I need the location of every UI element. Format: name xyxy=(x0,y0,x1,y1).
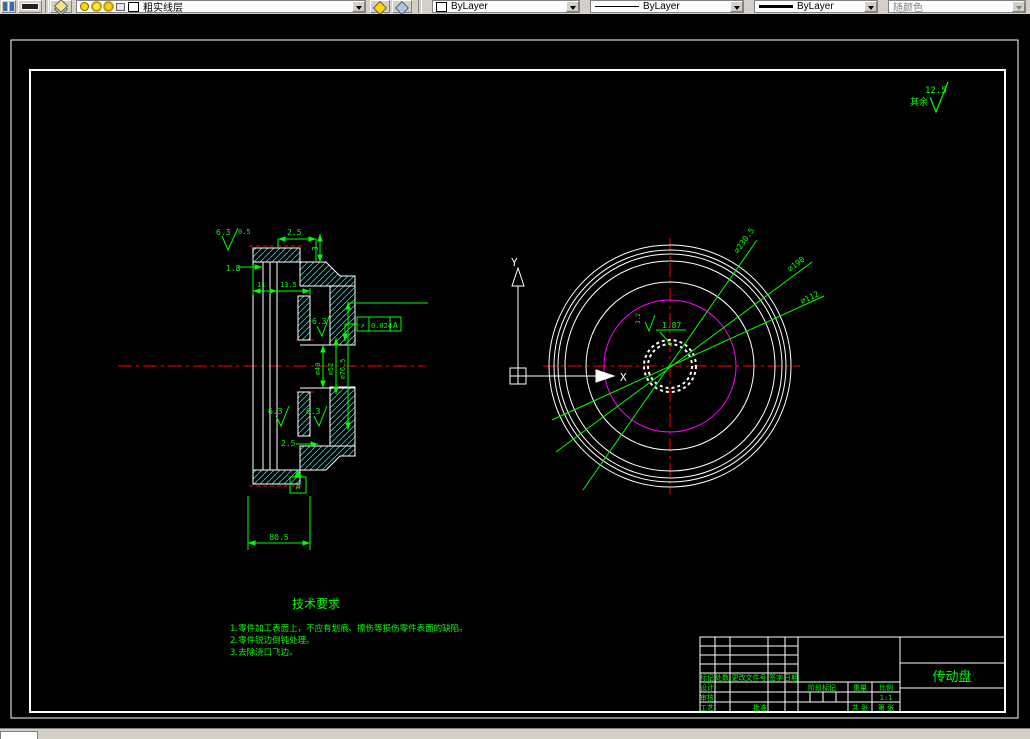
tb-process: 工艺 xyxy=(700,704,714,712)
tb-file: 更改文件号 xyxy=(732,673,767,682)
color-chip xyxy=(436,1,447,12)
tech-req-line3: 3.去除浇口飞边。 xyxy=(230,647,298,658)
ucs-y-arrow xyxy=(511,266,525,287)
ucs-y-label: Y xyxy=(511,256,518,269)
tech-req-title: 技术要求 xyxy=(292,597,340,611)
ucs-icon: Y X xyxy=(509,256,627,385)
layer-combo-arrow[interactable] xyxy=(352,1,365,12)
layer-name: 粗实线层 xyxy=(143,3,183,14)
gdt-symbol-text[interactable]: ↗ xyxy=(360,321,365,330)
sheet-border[interactable] xyxy=(10,39,1019,719)
color-combo-arrow[interactable] xyxy=(566,1,579,12)
drawing-canvas[interactable]: 其余 12.5 6.3 0.5 2.5 3 1.8 11 13.5 6.3 ↗ … xyxy=(0,14,1030,728)
command-line-edge[interactable] xyxy=(0,731,38,739)
ucs-x-label: X xyxy=(620,371,627,384)
lineweight-glyph xyxy=(759,5,793,8)
lineweight-combo-arrow[interactable] xyxy=(864,1,877,12)
tb-part-name: 传动盘 xyxy=(932,669,971,685)
toolbar-button-2[interactable] xyxy=(18,0,42,13)
tb-check: 审核 xyxy=(700,693,714,702)
dim-11[interactable]: 11 xyxy=(257,281,265,289)
datum-letter[interactable]: A xyxy=(296,482,301,491)
title-block[interactable]: 标记 处数 更改文件号 签字 日期 设计 审核 工艺 批准 阶段标记 重量 比例… xyxy=(699,636,1006,713)
dim-dia-outer[interactable]: ⌀230.5 xyxy=(732,226,756,255)
tech-req-line1: 1.零件加工表面上，不应有划痕、擦伤等损伤零件表面的缺陷。 xyxy=(230,623,468,634)
tb-mark: 标记 xyxy=(700,673,714,682)
dim-rough-bl[interactable]: 6.3 xyxy=(268,407,283,416)
spline-rough-check-icon xyxy=(644,314,656,333)
dim-2-5-bottom[interactable]: 2.5 xyxy=(281,439,296,448)
section-view[interactable]: 6.3 0.5 2.5 3 1.8 11 13.5 6.3 ↗ 0.024 A … xyxy=(118,227,428,550)
status-strip xyxy=(0,728,1030,739)
roughness-prefix-text: 其余 xyxy=(910,96,928,108)
dim-13-5[interactable]: 13.5 xyxy=(280,281,297,289)
dim-dia-52[interactable]: ⌀52 xyxy=(327,363,335,376)
linetype-glyph xyxy=(595,6,639,7)
tb-date: 日期 xyxy=(784,674,798,682)
layer-previous-button[interactable] xyxy=(392,0,412,16)
lineweight-combo[interactable]: ByLayer xyxy=(754,0,878,13)
linetype-value: ByLayer xyxy=(643,1,680,12)
dim-0-5[interactable]: 0.5 xyxy=(238,228,251,236)
linetype-combo-arrow[interactable] xyxy=(730,1,743,12)
dim-rough-br[interactable]: 6.3 xyxy=(306,407,321,416)
make-current-icon xyxy=(372,0,388,16)
color-value: ByLayer xyxy=(451,1,488,12)
dim-rough-bore[interactable]: 6.3 xyxy=(312,317,327,326)
layer-color-chip xyxy=(128,1,139,12)
lineweight-value: ByLayer xyxy=(797,1,834,12)
front-view[interactable]: ⌀230.5 ⌀190 ⌀112 1.87 3.2 Y X xyxy=(509,226,825,494)
title-block-texts: 标记 处数 更改文件号 签字 日期 设计 审核 工艺 批准 阶段标记 重量 比例… xyxy=(700,669,972,712)
tb-stage: 阶段标记 xyxy=(808,683,836,692)
tb-sheet-no: 第 张 xyxy=(878,703,894,712)
tech-requirements[interactable]: 技术要求 1.零件加工表面上，不应有划痕、擦伤等损伤零件表面的缺陷。 2.零件锐… xyxy=(230,597,468,658)
dim-spline-rough[interactable]: 3.2 xyxy=(635,313,642,324)
layer-lock-icon[interactable] xyxy=(116,2,125,11)
dim-dia-40[interactable]: ⌀40 xyxy=(314,363,322,376)
tb-sign: 签字 xyxy=(769,673,783,682)
tb-weight: 重量 xyxy=(853,684,867,692)
gdt-datum-text[interactable]: A xyxy=(393,321,398,330)
ucs-x-arrow xyxy=(595,369,616,383)
plotstyle-value: 随颜色 xyxy=(893,3,923,14)
linetype-combo[interactable]: ByLayer xyxy=(590,0,744,13)
dim-2-5-top[interactable]: 2.5 xyxy=(287,228,302,237)
layer-thaw-icon[interactable] xyxy=(92,2,101,11)
tb-design: 设计 xyxy=(700,683,714,692)
toolbar: 粗实线层 ByLayer ByLayer ByLayer 随颜色 xyxy=(0,0,1030,17)
tb-sheet-total: 共 张 xyxy=(852,703,868,712)
grid-icon xyxy=(3,2,14,11)
layer-combo[interactable]: 粗实线层 xyxy=(76,0,366,14)
dim-1-8[interactable]: 1.8 xyxy=(226,264,241,273)
layer-manager-button[interactable] xyxy=(50,0,72,17)
dim-dia-76-5[interactable]: ⌀76.5 xyxy=(339,358,347,379)
tech-req-line2: 2.零件锐边倒钝处理。 xyxy=(230,635,315,646)
dim-80-5[interactable]: 80.5 xyxy=(269,533,288,542)
layer-previous-icon xyxy=(394,0,410,16)
make-layer-current-button[interactable] xyxy=(370,0,390,16)
plotstyle-combo-arrow xyxy=(1012,1,1025,12)
dim-spline[interactable]: 1.87 xyxy=(662,321,681,330)
toolbar-button-1[interactable] xyxy=(1,0,16,13)
dim-dia-hub[interactable]: ⌀112 xyxy=(799,289,820,305)
dim-dia-bolt[interactable]: ⌀190 xyxy=(786,255,807,274)
layer-on-icon[interactable] xyxy=(80,2,89,11)
color-combo[interactable]: ByLayer xyxy=(432,0,580,13)
display-icon xyxy=(21,3,39,10)
general-roughness-note[interactable]: 其余 12.5 xyxy=(910,81,949,114)
toolbar-separator-2 xyxy=(418,0,422,13)
layer-vpthaw-icon[interactable] xyxy=(104,2,113,11)
cad-application-window: 粗实线层 ByLayer ByLayer ByLayer 随颜色 其余 12.5… xyxy=(0,0,1030,739)
plotstyle-combo[interactable]: 随颜色 xyxy=(888,0,1026,14)
toolbar-separator xyxy=(45,0,49,13)
tb-scale-value: 1:1 xyxy=(880,694,893,702)
tb-scale: 比例 xyxy=(879,683,893,692)
tb-approve: 批准 xyxy=(753,703,767,712)
dim-rough-top[interactable]: 6.3 xyxy=(216,228,231,237)
gdt-value-text[interactable]: 0.024 xyxy=(371,322,392,330)
dim-3[interactable]: 3 xyxy=(311,246,320,251)
tb-count: 处数 xyxy=(715,673,729,682)
